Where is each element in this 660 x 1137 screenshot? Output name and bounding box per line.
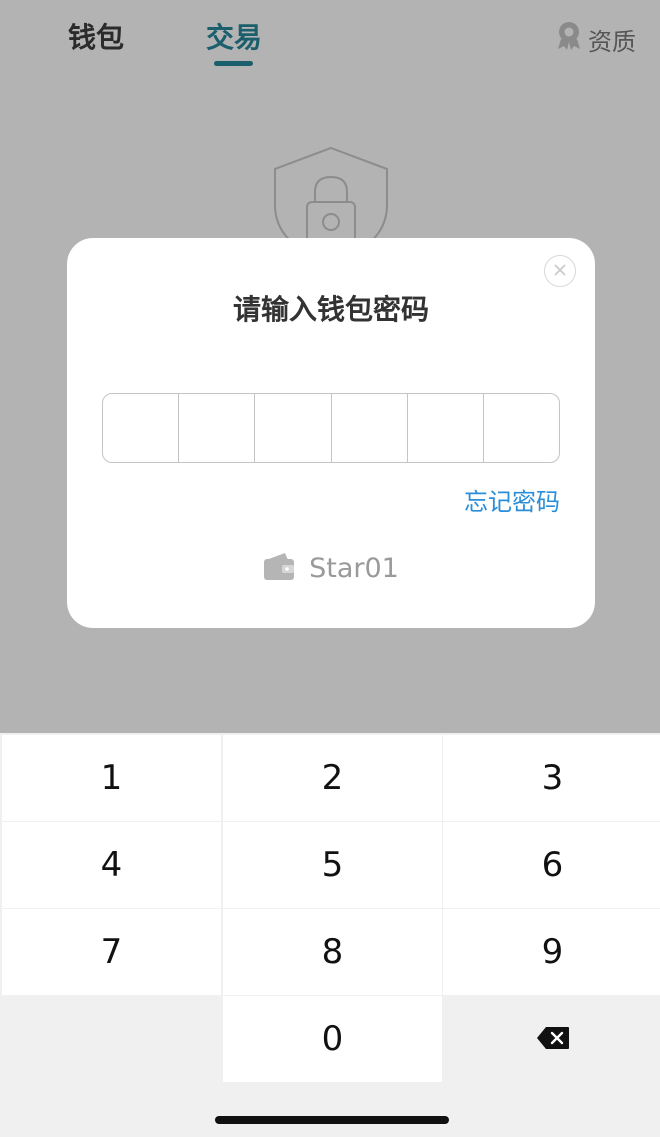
active-tab-indicator xyxy=(214,61,253,66)
key-7[interactable]: 7 xyxy=(2,909,221,995)
award-ribbon-icon xyxy=(556,21,582,57)
key-4[interactable]: 4 xyxy=(2,822,221,908)
tab-wallet[interactable]: 钱包 xyxy=(68,18,124,58)
pin-cell[interactable] xyxy=(179,394,256,462)
pin-cell[interactable] xyxy=(255,394,332,462)
close-icon xyxy=(553,262,567,281)
wallet-info: Star01 xyxy=(67,548,595,588)
key-9[interactable]: 9 xyxy=(443,909,660,995)
key-2[interactable]: 2 xyxy=(223,735,442,821)
qualification-button[interactable]: 资质 xyxy=(556,22,636,56)
pin-input[interactable] xyxy=(102,393,560,463)
key-6[interactable]: 6 xyxy=(443,822,660,908)
tab-trade[interactable]: 交易 xyxy=(206,18,262,58)
key-3[interactable]: 3 xyxy=(443,735,660,821)
key-0[interactable]: 0 xyxy=(223,996,442,1082)
home-indicator xyxy=(215,1116,449,1124)
forgot-password-link[interactable]: 忘记密码 xyxy=(464,482,560,517)
backspace-button[interactable] xyxy=(443,996,660,1082)
wallet-icon xyxy=(263,551,295,585)
dialog-title: 请输入钱包密码 xyxy=(232,293,429,326)
key-8[interactable]: 8 xyxy=(223,909,442,995)
key-5[interactable]: 5 xyxy=(223,822,442,908)
key-empty xyxy=(2,996,221,1082)
pin-cell[interactable] xyxy=(408,394,484,462)
wallet-name: Star01 xyxy=(309,552,399,584)
pin-cell[interactable] xyxy=(484,394,559,462)
password-dialog: 请输入钱包密码 忘记密码 Star01 xyxy=(67,238,595,628)
close-button[interactable] xyxy=(544,255,576,287)
top-navigation: 钱包 交易 资质 xyxy=(0,0,660,80)
key-1[interactable]: 1 xyxy=(2,735,221,821)
backspace-icon xyxy=(536,1019,570,1059)
qualification-label: 资质 xyxy=(588,27,636,56)
pin-cell[interactable] xyxy=(103,394,180,462)
numeric-keypad: 1 2 3 4 5 6 7 8 9 0 xyxy=(0,733,660,1137)
pin-cell[interactable] xyxy=(332,394,408,462)
